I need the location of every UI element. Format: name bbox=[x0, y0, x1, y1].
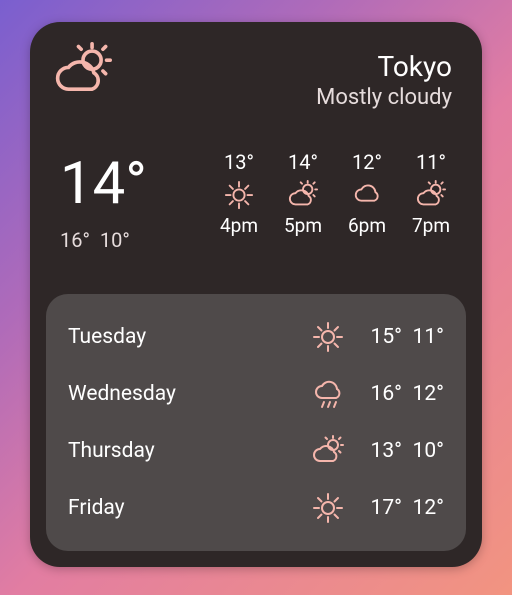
hour-temp: 14° bbox=[288, 150, 318, 174]
hour-icon bbox=[224, 180, 254, 210]
day-row[interactable]: Friday 17° 12° bbox=[68, 484, 444, 532]
day-name: Thursday bbox=[68, 439, 312, 463]
day-name: Friday bbox=[68, 496, 312, 520]
day-icon bbox=[312, 435, 344, 467]
day-low: 12° bbox=[402, 496, 444, 520]
day-high: 17° bbox=[360, 496, 402, 520]
city-label: Tokyo bbox=[316, 50, 452, 83]
day-name: Tuesday bbox=[68, 325, 312, 349]
day-icon bbox=[312, 321, 344, 353]
current-condition-icon bbox=[54, 42, 112, 100]
hour-time: 4pm bbox=[220, 214, 258, 237]
day-row[interactable]: Wednesday 16° 12° bbox=[68, 370, 444, 418]
day-high: 13° bbox=[360, 439, 402, 463]
hour-icon bbox=[288, 180, 318, 210]
day-icon bbox=[312, 378, 344, 410]
hour-icon bbox=[416, 180, 446, 210]
day-row[interactable]: Thursday 13° 10° bbox=[68, 427, 444, 475]
hour-slot[interactable]: 14° 5pm bbox=[278, 150, 328, 237]
hour-slot[interactable]: 12° 6pm bbox=[342, 150, 392, 237]
hour-slot[interactable]: 13° 4pm bbox=[214, 150, 264, 237]
hour-icon bbox=[352, 180, 382, 210]
high-temp: 16° bbox=[60, 228, 90, 252]
location-block: Tokyo Mostly cloudy bbox=[316, 50, 452, 110]
day-row[interactable]: Tuesday 15° 11° bbox=[68, 313, 444, 361]
hour-time: 6pm bbox=[348, 214, 386, 237]
hour-temp: 11° bbox=[416, 150, 446, 174]
day-icon bbox=[312, 492, 344, 524]
day-low: 12° bbox=[402, 382, 444, 406]
current-panel: Tokyo Mostly cloudy 14° 16° 10° 13° 4pm … bbox=[30, 22, 482, 290]
hour-time: 5pm bbox=[284, 214, 322, 237]
day-high: 15° bbox=[360, 325, 402, 349]
hour-time: 7pm bbox=[412, 214, 450, 237]
hour-temp: 12° bbox=[352, 150, 382, 174]
current-temperature: 14° bbox=[60, 150, 147, 218]
day-name: Wednesday bbox=[68, 382, 312, 406]
low-temp: 10° bbox=[100, 228, 130, 252]
day-low: 10° bbox=[402, 439, 444, 463]
high-low: 16° 10° bbox=[60, 228, 130, 252]
hour-temp: 13° bbox=[224, 150, 254, 174]
daily-forecast: Tuesday 15° 11° Wednesday 16° 12° Thursd… bbox=[46, 294, 466, 551]
hour-slot[interactable]: 11° 7pm bbox=[406, 150, 456, 237]
hourly-forecast: 13° 4pm 14° 5pm 12° 6pm 11° 7pm bbox=[214, 150, 456, 237]
weather-widget[interactable]: Tokyo Mostly cloudy 14° 16° 10° 13° 4pm … bbox=[30, 22, 482, 567]
day-high: 16° bbox=[360, 382, 402, 406]
condition-label: Mostly cloudy bbox=[316, 85, 452, 110]
day-low: 11° bbox=[402, 325, 444, 349]
